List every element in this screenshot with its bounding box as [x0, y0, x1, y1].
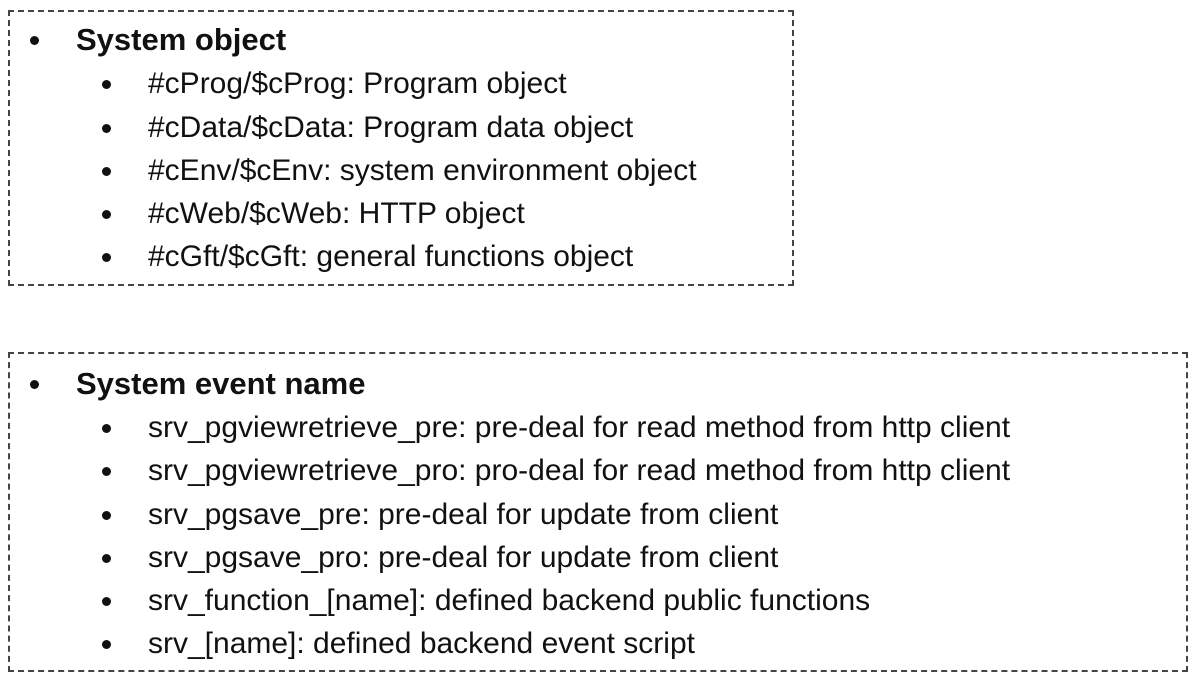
list-item-text: #cEnv/$cEnv: system environment object — [148, 154, 697, 187]
bullet-icon — [102, 639, 111, 649]
bullet-icon — [102, 466, 111, 476]
list-item: srv_pgsave_pro: pre-deal for update from… — [102, 538, 778, 578]
list-item-text: #cProg/$cProg: Program object — [148, 67, 567, 100]
list-item: #cWeb/$cWeb: HTTP object — [102, 194, 525, 234]
bullet-icon — [102, 252, 111, 262]
system-object-heading: System object — [76, 22, 287, 57]
list-item-text: srv_pgviewretrieve_pro: pro-deal for rea… — [148, 454, 1011, 487]
bullet-icon — [102, 510, 111, 520]
list-item: srv_pgviewretrieve_pro: pro-deal for rea… — [102, 451, 1010, 491]
bullet-icon — [102, 79, 111, 89]
bullet-icon — [102, 209, 111, 219]
system-object-heading-row: System object — [30, 20, 286, 60]
bullet-icon — [102, 166, 111, 176]
list-item: #cGft/$cGft: general functions object — [102, 237, 633, 277]
list-item: srv_pgsave_pre: pre-deal for update from… — [102, 495, 778, 535]
list-item-text: srv_[name]: defined backend event script — [148, 627, 695, 660]
list-item: #cEnv/$cEnv: system environment object — [102, 151, 697, 191]
bullet-icon — [102, 596, 111, 606]
list-item: srv_function_[name]: defined backend pub… — [102, 581, 870, 621]
list-item-text: #cWeb/$cWeb: HTTP object — [148, 197, 525, 230]
system-object-box: System object #cProg/$cProg: Program obj… — [8, 10, 794, 286]
list-item: #cProg/$cProg: Program object — [102, 64, 567, 104]
system-event-heading: System event name — [76, 366, 366, 401]
list-item-text: srv_pgsave_pro: pre-deal for update from… — [148, 541, 779, 574]
list-item-text: srv_function_[name]: defined backend pub… — [148, 584, 871, 617]
bullet-icon — [30, 35, 39, 45]
list-item-text: #cData/$cData: Program data object — [148, 111, 634, 144]
list-item-text: #cGft/$cGft: general functions object — [148, 240, 634, 273]
list-item: #cData/$cData: Program data object — [102, 108, 633, 148]
bullet-icon — [102, 423, 111, 433]
system-event-heading-row: System event name — [30, 364, 365, 404]
list-item-text: srv_pgviewretrieve_pre: pre-deal for rea… — [148, 411, 1011, 444]
bullet-icon — [30, 379, 39, 389]
list-item: srv_pgviewretrieve_pre: pre-deal for rea… — [102, 408, 1010, 448]
bullet-icon — [102, 553, 111, 563]
bullet-icon — [102, 123, 111, 133]
list-item: srv_[name]: defined backend event script — [102, 624, 695, 664]
list-item-text: srv_pgsave_pre: pre-deal for update from… — [148, 498, 779, 531]
system-event-box: System event name srv_pgviewretrieve_pre… — [8, 352, 1188, 672]
